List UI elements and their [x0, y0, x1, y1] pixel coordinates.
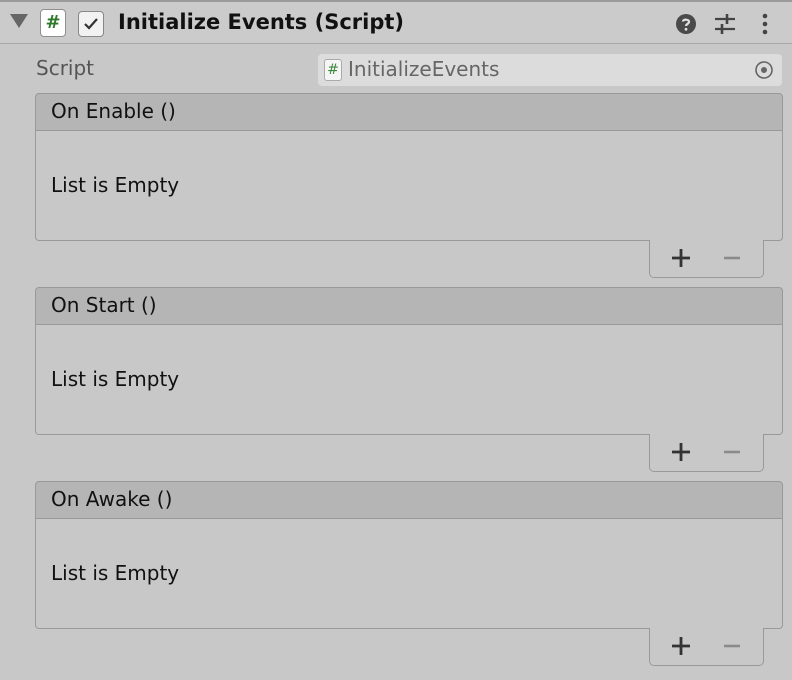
remove-icon[interactable] [720, 440, 744, 464]
help-icon[interactable] [674, 12, 698, 36]
script-field-label: Script [36, 56, 95, 80]
component-header: # Initialize Events (Script) [0, 0, 792, 44]
checkmark-icon [84, 18, 98, 30]
event-header: On Awake () [35, 481, 783, 519]
event-header-label: On Start () [51, 293, 157, 317]
event-on-enable: On Enable () List is Empty [35, 93, 783, 278]
event-header: On Start () [35, 287, 783, 325]
event-header-label: On Enable () [51, 99, 176, 123]
list-footer [649, 628, 764, 666]
remove-icon[interactable] [720, 634, 744, 658]
object-picker-icon[interactable] [754, 60, 774, 80]
foldout-arrow-icon[interactable] [10, 14, 28, 28]
preset-icon[interactable] [713, 12, 737, 36]
list-footer [649, 434, 764, 472]
empty-list-label: List is Empty [51, 561, 180, 585]
script-object-field[interactable]: # InitializeEvents [318, 54, 782, 86]
event-list-body: List is Empty [35, 131, 783, 241]
event-on-start: On Start () List is Empty [35, 287, 783, 472]
event-list-body: List is Empty [35, 519, 783, 629]
component-title: Initialize Events (Script) [118, 10, 405, 34]
list-footer [649, 240, 764, 278]
empty-list-label: List is Empty [51, 367, 180, 391]
event-header-label: On Awake () [51, 487, 173, 511]
event-list-body: List is Empty [35, 325, 783, 435]
add-icon[interactable] [669, 440, 693, 464]
add-icon[interactable] [669, 246, 693, 270]
more-options-icon[interactable] [753, 12, 777, 36]
event-header: On Enable () [35, 93, 783, 131]
script-file-icon: # [324, 59, 342, 81]
empty-list-label: List is Empty [51, 173, 180, 197]
script-field-value: InitializeEvents [348, 57, 500, 81]
add-icon[interactable] [669, 634, 693, 658]
remove-icon[interactable] [720, 246, 744, 270]
script-icon: # [40, 9, 66, 37]
enabled-checkbox[interactable] [78, 11, 104, 37]
event-on-awake: On Awake () List is Empty [35, 481, 783, 666]
